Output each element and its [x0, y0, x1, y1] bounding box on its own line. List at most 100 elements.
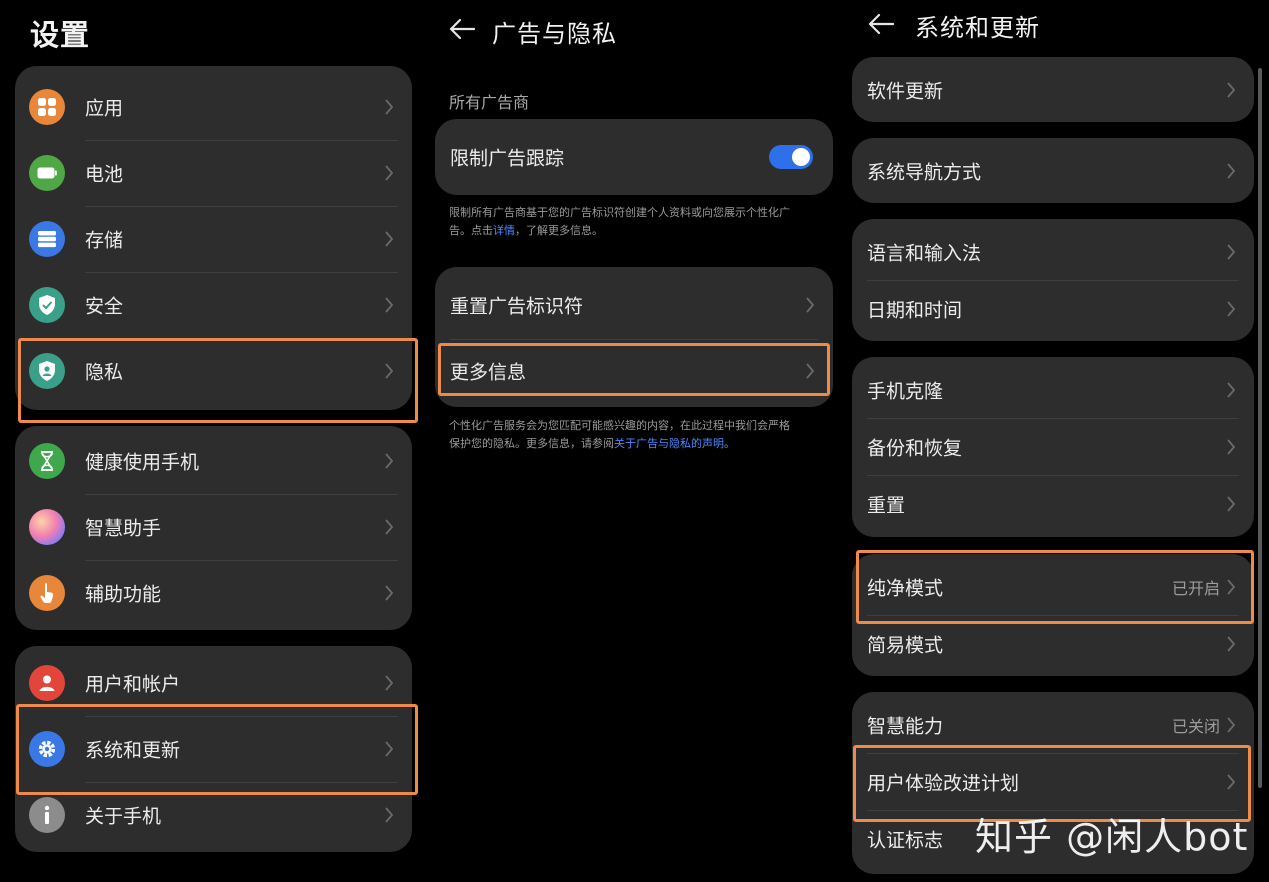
software-update-row[interactable]: 软件更新 [852, 57, 1254, 122]
battery-icon [29, 155, 65, 191]
page-title: 设置 [30, 18, 91, 52]
limit-ad-tracking-label: 限制广告跟踪 [450, 147, 565, 170]
limit-ad-tracking-row[interactable]: 限制广告跟踪 [435, 119, 833, 195]
reset-ad-id-row[interactable]: 重置广告标识符 [435, 271, 833, 339]
chevron-right-icon [385, 99, 394, 115]
language-input-row[interactable]: 语言和输入法 [852, 223, 1254, 280]
settings-item-label: 隐私 [85, 361, 124, 384]
more-info-label: 更多信息 [450, 361, 527, 384]
watermark: 知乎 @闲人bot [975, 815, 1249, 859]
settings-item-storage[interactable]: 存储 [15, 206, 412, 272]
settings-item-label: 系统和更新 [85, 739, 181, 762]
row-label: 手机克隆 [867, 380, 944, 402]
settings-item-digital-balance[interactable]: 健康使用手机 [15, 428, 412, 494]
reset-ad-id-label: 重置广告标识符 [450, 295, 584, 318]
settings-item-security[interactable]: 安全 [15, 272, 412, 338]
row-label: 系统导航方式 [867, 161, 982, 183]
system-group-3: 语言和输入法 日期和时间 [852, 219, 1254, 341]
chevron-right-icon [1227, 635, 1236, 652]
back-arrow-icon[interactable] [447, 14, 477, 44]
chevron-right-icon [1227, 438, 1236, 455]
settings-item-label: 关于手机 [85, 805, 162, 828]
settings-item-users-accounts[interactable]: 用户和帐户 [15, 650, 412, 716]
phone-clone-row[interactable]: 手机克隆 [852, 361, 1254, 418]
note-text: 个性化广告服务会为您匹配可能感兴趣的内容，在此过程中我们会严格 [449, 419, 790, 432]
settings-item-privacy[interactable]: 隐私 [15, 338, 412, 404]
ad-privacy-statement-link[interactable]: 关于广告与隐私的声明 [614, 437, 724, 450]
settings-item-label: 电池 [85, 163, 124, 186]
info-icon [29, 797, 65, 833]
settings-item-label: 用户和帐户 [85, 673, 181, 696]
limit-tracking-card: 限制广告跟踪 [435, 119, 833, 195]
reset-row[interactable]: 重置 [852, 475, 1254, 532]
system-group-2: 系统导航方式 [852, 138, 1254, 203]
row-label: 备份和恢复 [867, 437, 963, 459]
chevron-right-icon [806, 363, 815, 379]
chevron-right-icon [385, 165, 394, 181]
ad-service-note: 个性化广告服务会为您匹配可能感兴趣的内容，在此过程中我们会严格 保护您的隐私。更… [449, 417, 829, 453]
chevron-right-icon [1227, 300, 1236, 317]
chevron-right-icon [385, 297, 394, 313]
back-arrow-icon[interactable] [866, 9, 896, 39]
chevron-right-icon [1227, 578, 1236, 595]
status-text: 已关闭 [1171, 716, 1220, 736]
more-info-row[interactable]: 更多信息 [435, 339, 833, 403]
scrollbar[interactable] [1258, 68, 1262, 788]
settings-item-label: 辅助功能 [85, 583, 162, 606]
smart-capability-row[interactable]: 智慧能力 已关闭 [852, 696, 1254, 753]
settings-item-system-update[interactable]: 系统和更新 [15, 716, 412, 782]
ad-id-card: 重置广告标识符 更多信息 [435, 267, 833, 407]
row-label: 纯净模式 [867, 577, 944, 599]
date-time-row[interactable]: 日期和时间 [852, 280, 1254, 337]
row-label: 用户体验改进计划 [867, 772, 1020, 794]
chevron-right-icon [385, 453, 394, 469]
chevron-right-icon [385, 807, 394, 823]
row-label: 日期和时间 [867, 299, 963, 321]
chevron-right-icon [385, 585, 394, 601]
navigation-mode-row[interactable]: 系统导航方式 [852, 138, 1254, 203]
chevron-right-icon [1227, 716, 1236, 733]
chevron-right-icon [385, 231, 394, 247]
chevron-right-icon [1227, 773, 1236, 790]
user-icon [29, 665, 65, 701]
chevron-right-icon [1227, 495, 1236, 512]
settings-item-about-phone[interactable]: 关于手机 [15, 782, 412, 848]
chevron-right-icon [385, 675, 394, 691]
ads-privacy-panel: 广告与隐私 所有广告商 限制广告跟踪 限制所有广告商基于您的广告标识符创建个人资… [425, 0, 845, 882]
system-group-1: 软件更新 [852, 57, 1254, 122]
shield-check-icon [29, 287, 65, 323]
gear-icon [29, 731, 65, 767]
settings-panel: 设置 应用 电池 存储 安全 隐私 健康使用手机 智慧助手 辅助功能 用户和帐户… [0, 0, 425, 882]
settings-item-apps[interactable]: 应用 [15, 74, 412, 140]
settings-item-battery[interactable]: 电池 [15, 140, 412, 206]
ux-improvement-row[interactable]: 用户体验改进计划 [852, 753, 1254, 810]
settings-item-label: 应用 [85, 97, 124, 120]
settings-item-label: 存储 [85, 229, 124, 252]
backup-restore-row[interactable]: 备份和恢复 [852, 418, 1254, 475]
pure-mode-row[interactable]: 纯净模式 已开启 [852, 558, 1254, 615]
note-text: 告。点击 [449, 224, 493, 237]
chevron-right-icon [385, 741, 394, 757]
settings-item-accessibility[interactable]: 辅助功能 [15, 560, 412, 626]
settings-item-label: 智慧助手 [85, 517, 162, 540]
chevron-right-icon [1227, 162, 1236, 179]
details-link[interactable]: 详情 [493, 224, 515, 237]
system-group-5: 纯净模式 已开启 简易模式 [852, 554, 1254, 676]
note-text: 限制所有广告商基于您的广告标识符创建个人资料或向您展示个性化广 [449, 206, 790, 219]
settings-group-1: 应用 电池 存储 安全 隐私 [15, 66, 412, 410]
row-label: 语言和输入法 [867, 242, 982, 264]
row-label: 重置 [867, 494, 906, 516]
settings-group-2: 健康使用手机 智慧助手 辅助功能 [15, 426, 412, 630]
chevron-right-icon [385, 363, 394, 379]
limit-tracking-note: 限制所有广告商基于您的广告标识符创建个人资料或向您展示个性化广 告。点击详情，了… [449, 204, 829, 240]
simple-mode-row[interactable]: 简易模式 [852, 615, 1254, 672]
section-title: 所有广告商 [449, 93, 530, 112]
row-label: 简易模式 [867, 634, 944, 656]
row-label: 认证标志 [867, 829, 944, 851]
limit-ad-tracking-toggle[interactable] [769, 145, 813, 169]
accessibility-hand-icon [29, 575, 65, 611]
note-text: 保护您的隐私。更多信息，请参阅 [449, 437, 614, 450]
privacy-shield-icon [29, 353, 65, 389]
apps-icon [29, 89, 65, 125]
settings-item-smart-assistant[interactable]: 智慧助手 [15, 494, 412, 560]
